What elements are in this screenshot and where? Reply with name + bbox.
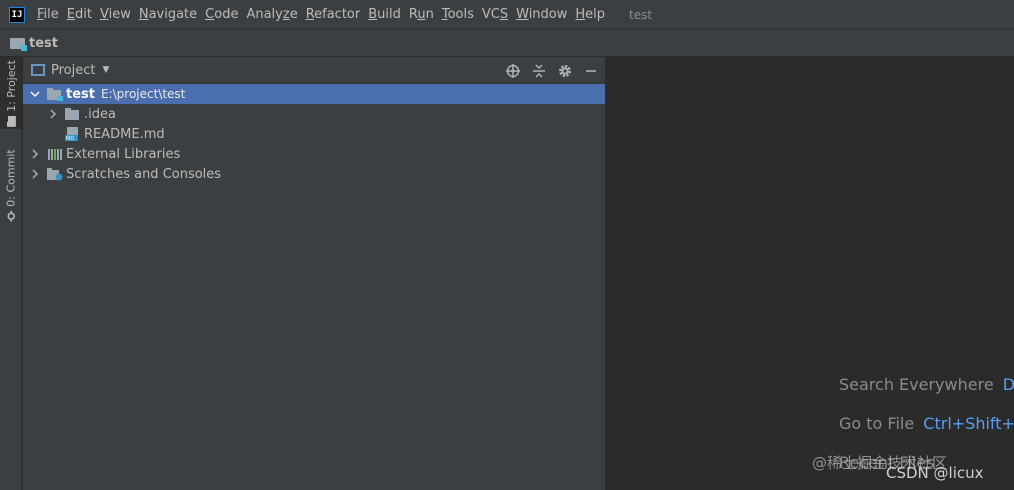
tree-item-root-path: E:\project\test: [100, 87, 186, 101]
gear-icon[interactable]: [557, 63, 573, 79]
chevron-right-icon[interactable]: [29, 168, 41, 180]
hint-search-shortcut: Do: [1002, 375, 1014, 394]
menu-analyze[interactable]: Analyze: [242, 0, 301, 29]
tab-project-label: 1: Project: [4, 59, 18, 112]
menu-vcs[interactable]: VCS: [478, 0, 512, 29]
menu-build[interactable]: Build: [364, 0, 405, 29]
window-title: test: [629, 7, 653, 22]
menu-run[interactable]: Run: [405, 0, 438, 29]
menu-navigate[interactable]: Navigate: [135, 0, 201, 29]
chevron-down-icon[interactable]: ▼: [102, 65, 109, 75]
navigation-bar: test: [0, 29, 1014, 57]
hint-goto-shortcut: Ctrl+Shift+N: [923, 414, 1014, 433]
tree-item-idea-label: .idea: [84, 106, 116, 122]
tree-item-external-libraries-label: External Libraries: [66, 146, 181, 162]
folder-icon: [65, 106, 81, 122]
breadcrumb-project[interactable]: test: [29, 36, 58, 51]
editor-empty-area: Search Everywhere Do Go to File Ctrl+Shi…: [606, 57, 1014, 490]
tree-item-scratches-label: Scratches and Consoles: [66, 166, 222, 182]
tree-item-scratches[interactable]: Scratches and Consoles: [23, 164, 605, 184]
menu-tools[interactable]: Tools: [438, 0, 478, 29]
project-tool-window: Project ▼ test E:\project\test .idea MD …: [23, 57, 605, 490]
project-panel-header: Project ▼: [23, 57, 605, 84]
hint-go-to-file: Go to File Ctrl+Shift+N: [839, 414, 1014, 433]
project-view-icon: [31, 64, 45, 76]
scratches-icon: [47, 166, 63, 182]
hint-goto-label: Go to File: [839, 414, 915, 433]
menu-help[interactable]: Help: [571, 0, 609, 29]
tab-commit[interactable]: 0: Commit: [0, 145, 22, 225]
folder-icon: [6, 115, 16, 127]
tree-item-readme[interactable]: MD README.md: [23, 124, 605, 144]
menu-window[interactable]: Window: [512, 0, 571, 29]
menu-file[interactable]: File: [33, 0, 63, 29]
menu-view[interactable]: View: [96, 0, 135, 29]
watermark-csdn: CSDN @licux: [886, 464, 984, 482]
project-view-selector[interactable]: Project: [51, 63, 95, 78]
menu-refactor[interactable]: Refactor: [302, 0, 365, 29]
tree-item-idea[interactable]: .idea: [23, 104, 605, 124]
tree-item-readme-label: README.md: [84, 126, 165, 142]
tab-commit-label: 0: Commit: [4, 148, 18, 207]
menu-bar: IJ File Edit View Navigate Code Analyze Refact…: [0, 0, 1014, 29]
chevron-right-icon[interactable]: [47, 108, 59, 120]
intellij-logo-icon: IJ: [9, 6, 25, 23]
tree-item-root[interactable]: test E:\project\test: [23, 84, 605, 104]
project-folder-icon: [10, 37, 27, 51]
library-icon: [47, 146, 63, 162]
tree-item-external-libraries[interactable]: External Libraries: [23, 144, 605, 164]
left-tool-strip: 1: Project 0: Commit: [0, 57, 22, 490]
project-tree: test E:\project\test .idea MD README.md: [23, 84, 605, 184]
hide-panel-icon[interactable]: [583, 63, 599, 79]
markdown-file-icon: MD: [65, 126, 81, 142]
menu-items: File Edit View Navigate Code Analyze Refactor B…: [33, 0, 609, 29]
commit-icon: [7, 210, 15, 222]
module-folder-icon: [47, 86, 63, 102]
menu-code[interactable]: Code: [201, 0, 242, 29]
collapse-all-icon[interactable]: [531, 63, 547, 79]
chevron-down-icon[interactable]: [29, 88, 41, 100]
tab-project[interactable]: 1: Project: [0, 57, 22, 129]
project-panel-toolbar: [505, 57, 599, 84]
chevron-right-icon[interactable]: [29, 148, 41, 160]
svg-text:MD: MD: [66, 136, 74, 142]
menu-edit[interactable]: Edit: [63, 0, 96, 29]
tree-item-root-label: test: [66, 86, 95, 102]
hint-search-label: Search Everywhere: [839, 375, 994, 394]
hint-search-everywhere: Search Everywhere Do: [839, 375, 1014, 394]
locate-file-icon[interactable]: [505, 63, 521, 79]
